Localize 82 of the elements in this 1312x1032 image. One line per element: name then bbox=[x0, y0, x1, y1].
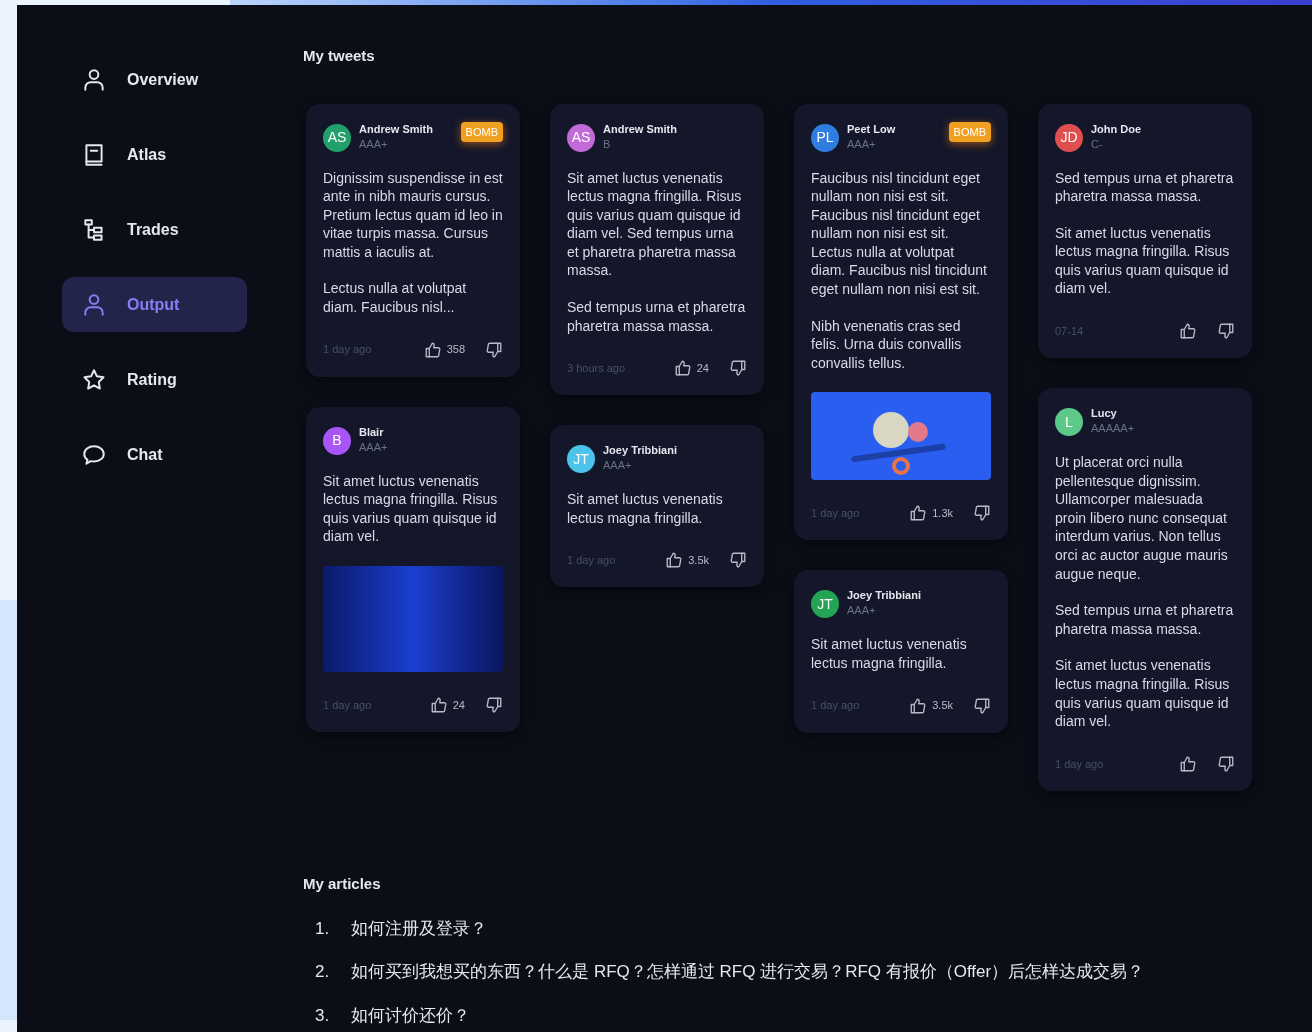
avatar: AS bbox=[323, 123, 351, 152]
author-rating: AAA+ bbox=[359, 136, 389, 152]
like-button[interactable]: 24 bbox=[429, 696, 465, 715]
thumbs-up-icon bbox=[429, 696, 448, 715]
dislike-button[interactable] bbox=[1217, 754, 1235, 773]
author-name: Peet Low bbox=[847, 121, 897, 137]
avatar: L bbox=[1055, 408, 1083, 437]
thumbs-up-icon bbox=[423, 340, 442, 359]
tweet-text: Sed tempus urna et pharetra pharetra massa massa. bbox=[1055, 601, 1235, 639]
author-name: Blair bbox=[359, 424, 385, 440]
like-button[interactable] bbox=[1179, 322, 1197, 341]
badge: BOMB bbox=[460, 121, 503, 142]
thumbs-up-icon bbox=[909, 696, 928, 715]
like-button[interactable]: 3.5k bbox=[909, 696, 953, 715]
like-button[interactable]: 24 bbox=[673, 359, 709, 378]
author-name: Joey Tribbiani bbox=[847, 588, 922, 604]
avatar: B bbox=[323, 426, 351, 455]
thumbs-up-icon bbox=[673, 359, 692, 378]
tweet-text: Sit amet luctus venenatis lectus magna fringilla. bbox=[811, 635, 968, 673]
article-link[interactable]: 如何买到我想买的东西？什么是 RFQ？怎样通过 RFQ 进行交易？RFQ 有报价（Offer）后怎样达成交易？ bbox=[351, 959, 1145, 985]
avatar: JD bbox=[1055, 123, 1083, 152]
dislike-button[interactable] bbox=[729, 551, 747, 570]
author-rating: AAA+ bbox=[847, 603, 877, 619]
dislike-button[interactable] bbox=[485, 696, 503, 715]
badge: BOMB bbox=[948, 121, 991, 142]
author-name: Andrew Smith bbox=[359, 121, 434, 137]
author-rating: C- bbox=[1091, 136, 1104, 152]
like-button[interactable]: 3.5k bbox=[665, 551, 709, 570]
article-link[interactable]: 如何注册及登录？ bbox=[351, 915, 488, 941]
author-rating: AAA+ bbox=[847, 136, 877, 152]
author-rating: AAA+ bbox=[359, 439, 389, 455]
avatar: JT bbox=[811, 590, 839, 619]
tweet-text: Sit amet luctus venenatis lectus magna fringilla. Risus quis varius quam quisque id diam vel. bbox=[1055, 656, 1231, 731]
tweet-text: Sit amet luctus venenatis lectus magna fringilla. bbox=[567, 490, 724, 528]
nav-item[interactable]: Trades bbox=[62, 202, 247, 257]
thumbs-up-icon bbox=[1179, 754, 1197, 773]
tweet-text: Lectus nulla at volutpat diam. Faucibus nisl... bbox=[323, 279, 468, 317]
list-number: 1. bbox=[315, 917, 330, 940]
tweet-text: Sed tempus urna et pharetra pharetra massa massa. bbox=[1055, 168, 1235, 206]
like-button[interactable]: 358 bbox=[423, 340, 465, 359]
tweet-text: Sed tempus urna et pharetra pharetra massa massa. bbox=[567, 298, 747, 336]
dislike-button[interactable] bbox=[485, 340, 503, 359]
list-number: 3. bbox=[315, 1004, 330, 1027]
author-name: John Doe bbox=[1091, 121, 1143, 137]
tweet-text: Faucibus nisl tincidunt eget nullam non nisi est sit. Faucibus nisl tincidunt eget nullam non nisi est sit. Lectus nulla at volutpat diam. Faucibus nisl tincidunt eget nullam non nisi est sit. bbox=[811, 168, 988, 299]
section-title: My articles bbox=[303, 874, 382, 894]
tweet-text: Sit amet luctus venenatis lectus magna fringilla. Risus quis varius quam quisque id diam vel. bbox=[323, 471, 499, 547]
avatar: JT bbox=[567, 445, 595, 474]
avatar: AS bbox=[567, 123, 595, 152]
timestamp: 07-14 bbox=[1055, 323, 1085, 339]
like-button[interactable] bbox=[1179, 754, 1197, 773]
section-title: My tweets bbox=[303, 46, 376, 66]
thumbs-up-icon bbox=[665, 551, 684, 570]
dislike-button[interactable] bbox=[973, 696, 991, 715]
thumbs-up-icon bbox=[1179, 322, 1197, 341]
author-name: Joey Tribbiani bbox=[603, 443, 678, 459]
author-name: Lucy bbox=[1091, 406, 1118, 422]
person-icon bbox=[81, 66, 107, 93]
nav-item[interactable]: Atlas bbox=[62, 127, 247, 182]
article-link[interactable]: 如何讨价还价？ bbox=[351, 1002, 471, 1028]
avatar: PL bbox=[811, 123, 839, 152]
tweet-text: Nibh venenatis cras sed felis. Urna duis convallis convallis tellus. bbox=[811, 316, 963, 373]
list-number: 2. bbox=[315, 961, 330, 983]
nav-item[interactable]: Chat bbox=[62, 427, 247, 482]
author-rating: AAA+ bbox=[603, 458, 633, 474]
nav-item[interactable]: Overview bbox=[62, 52, 247, 107]
tweet-text: Dignissim suspendisse in est ante in nibh mauris cursus. Pretium lectus quam id leo in vitae turpis massa. Cursus mattis a iaculis at. bbox=[323, 168, 503, 262]
nav-item[interactable]: Output bbox=[62, 277, 247, 332]
like-button[interactable]: 1.3k bbox=[909, 504, 953, 523]
tweet-text: Ut placerat orci nulla pellentesque dignissim. Ullamcorper malesuada proin libero nunc consequat interdum varius. Non tellus orci ac auctor augue mauris augue neque. bbox=[1055, 453, 1229, 584]
author-rating: AAAAA+ bbox=[1091, 421, 1136, 437]
dislike-button[interactable] bbox=[1217, 322, 1235, 341]
dislike-button[interactable] bbox=[729, 359, 747, 378]
nav-item[interactable]: Rating bbox=[62, 352, 247, 407]
tweet-text: Sit amet luctus venenatis lectus magna fringilla. Risus quis varius quam quisque id diam vel. bbox=[1055, 223, 1231, 299]
dislike-button[interactable] bbox=[973, 504, 991, 523]
thumbs-up-icon bbox=[909, 504, 928, 523]
timestamp: 3 hours ago bbox=[567, 361, 627, 376]
tweet-text: Sit amet luctus venenatis lectus magna fringilla. Risus quis varius quam quisque id diam vel. Sed tempus urna et pharetra pharetra massa massa. bbox=[567, 168, 743, 281]
person-icon bbox=[81, 291, 107, 318]
author-rating: B bbox=[603, 136, 612, 152]
author-name: Andrew Smith bbox=[603, 121, 678, 137]
